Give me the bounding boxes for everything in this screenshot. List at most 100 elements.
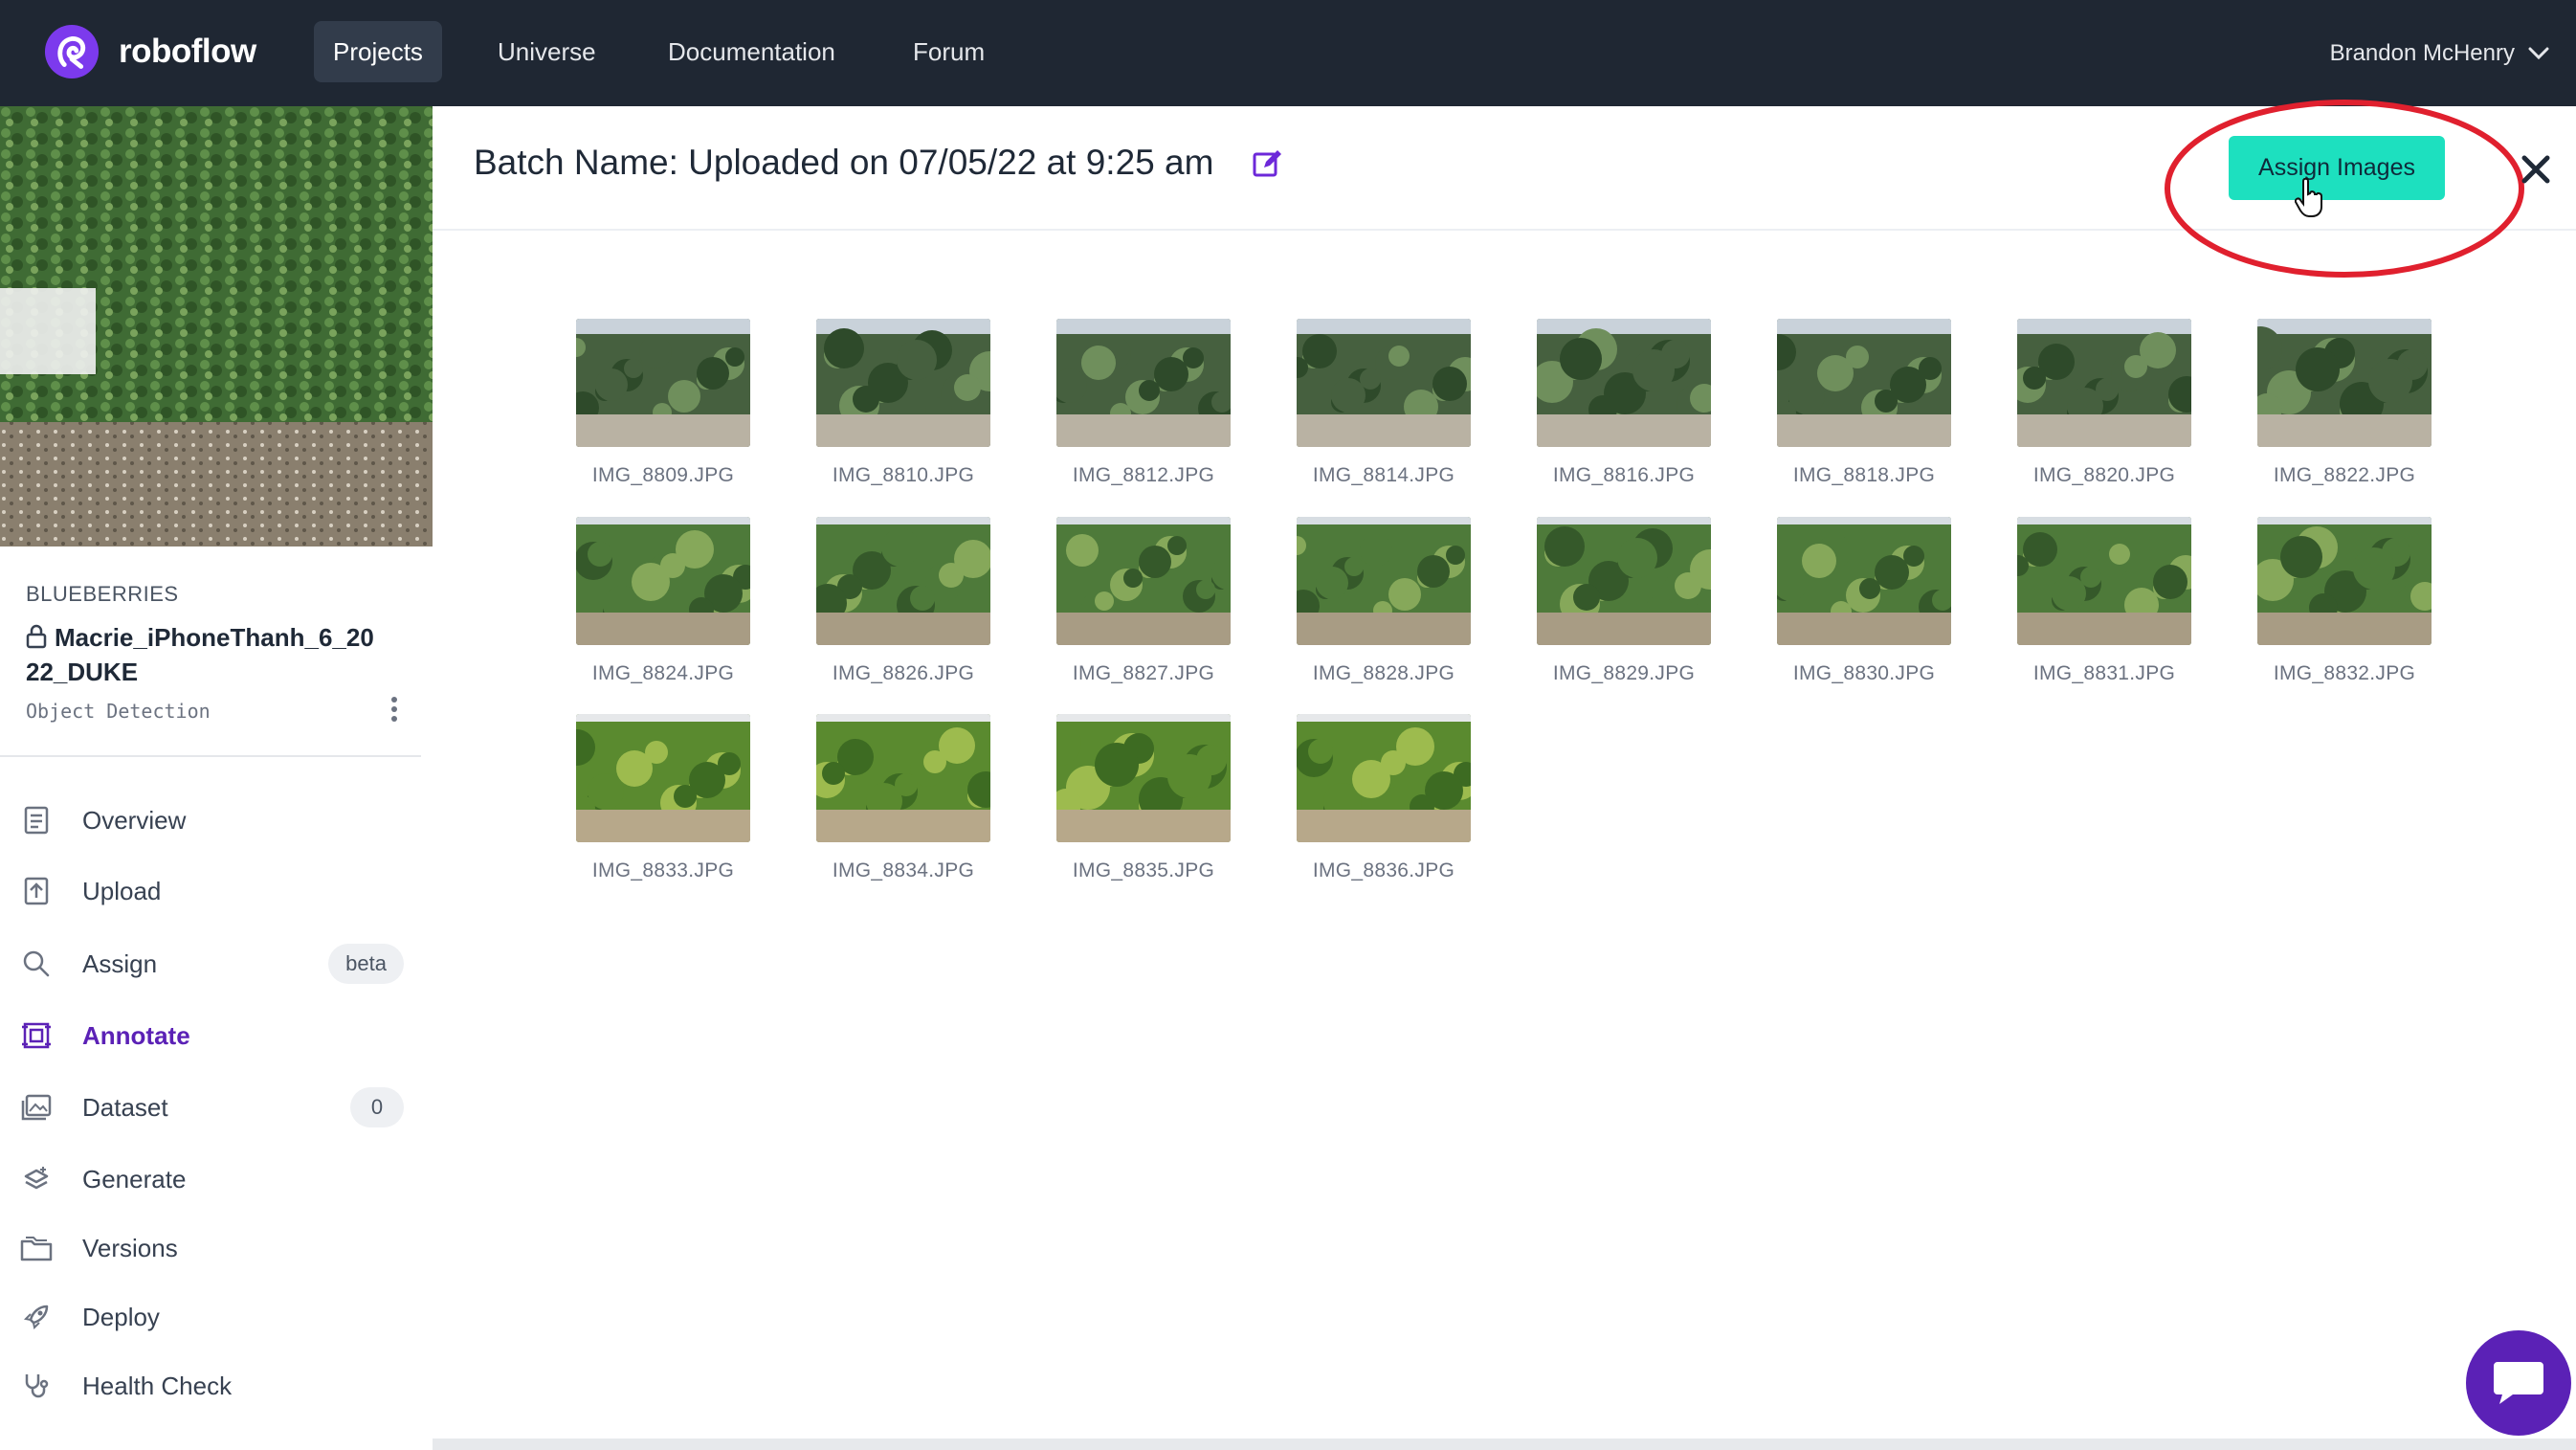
sidebar-item-label: Upload: [82, 876, 162, 905]
dataset-icon: [17, 1088, 56, 1127]
close-icon[interactable]: [2515, 148, 2557, 190]
image-thumbnail: [1056, 714, 1231, 842]
sidebar-item-dataset[interactable]: Dataset 0: [17, 1079, 410, 1136]
image-thumbnail: [576, 319, 750, 447]
image-thumbnail: [1297, 319, 1471, 447]
image-tile[interactable]: IMG_8828.JPG: [1297, 517, 1471, 685]
image-tile[interactable]: IMG_8818.JPG: [1777, 319, 1951, 487]
annotate-icon: [17, 1016, 56, 1055]
sidebar-item-annotate[interactable]: Annotate: [17, 1007, 410, 1064]
image-filename: IMG_8827.JPG: [1072, 662, 1215, 684]
more-options-icon[interactable]: [383, 695, 406, 724]
image-filename: IMG_8814.JPG: [1312, 464, 1455, 486]
batch-title: Batch Name: Uploaded on 07/05/22 at 9:25…: [474, 143, 1214, 182]
nav-documentation[interactable]: Documentation: [649, 21, 855, 82]
image-filename: IMG_8810.JPG: [832, 464, 975, 486]
image-tile[interactable]: IMG_8822.JPG: [2257, 319, 2432, 487]
image-tile[interactable]: IMG_8816.JPG: [1537, 319, 1711, 487]
image-tile[interactable]: IMG_8810.JPG: [816, 319, 990, 487]
sidebar-item-generate[interactable]: Generate: [17, 1150, 410, 1208]
project-cover-image: [0, 106, 433, 547]
image-thumbnail: [1777, 517, 1951, 645]
image-thumbnail: [1537, 319, 1711, 447]
image-thumbnail: [2017, 319, 2191, 447]
nav-universe[interactable]: Universe: [478, 21, 615, 82]
image-filename: IMG_8835.JPG: [1072, 859, 1215, 881]
main-panel: Batch Name: Uploaded on 07/05/22 at 9:25…: [433, 100, 2576, 1450]
sidebar-item-overview[interactable]: Overview: [17, 792, 410, 849]
project-name[interactable]: Macrie_iPhoneThanh_6_2022_DUKE: [26, 620, 380, 689]
image-filename: IMG_8834.JPG: [832, 859, 975, 881]
image-filename: IMG_8820.JPG: [2032, 464, 2176, 486]
image-tile[interactable]: IMG_8831.JPG: [2017, 517, 2191, 685]
chevron-down-icon: [2528, 47, 2549, 60]
image-tile[interactable]: IMG_8824.JPG: [576, 517, 750, 685]
image-thumbnail: [1297, 517, 1471, 645]
sidebar-item-deploy[interactable]: Deploy: [17, 1288, 410, 1346]
brand[interactable]: roboflow: [44, 23, 256, 80]
sidebar-item-versions[interactable]: Versions: [17, 1219, 410, 1277]
image-tile[interactable]: IMG_8827.JPG: [1056, 517, 1231, 685]
rocket-icon: [17, 1298, 56, 1336]
image-filename: IMG_8824.JPG: [591, 662, 735, 684]
image-thumbnail: [816, 517, 990, 645]
image-filename: IMG_8812.JPG: [1072, 464, 1215, 486]
image-filename: IMG_8828.JPG: [1312, 662, 1455, 684]
image-filename: IMG_8822.JPG: [2273, 464, 2416, 486]
chat-button[interactable]: [2466, 1330, 2571, 1436]
generate-icon: [17, 1160, 56, 1198]
image-tile[interactable]: IMG_8834.JPG: [816, 714, 990, 882]
horizontal-scrollbar[interactable]: [433, 1439, 2576, 1450]
image-tile[interactable]: IMG_8833.JPG: [576, 714, 750, 882]
image-thumbnail: [1537, 517, 1711, 645]
sidebar-divider: [0, 755, 421, 757]
image-tile[interactable]: IMG_8830.JPG: [1777, 517, 1951, 685]
sidebar: BLUEBERRIES Macrie_iPhoneThanh_6_2022_DU…: [0, 106, 433, 1450]
nav-forum[interactable]: Forum: [894, 21, 1004, 82]
image-tile[interactable]: IMG_8814.JPG: [1297, 319, 1471, 487]
image-filename: IMG_8829.JPG: [1552, 662, 1696, 684]
hand-cursor-icon: [2295, 178, 2322, 217]
image-filename: IMG_8816.JPG: [1552, 464, 1696, 486]
sidebar-item-label: Health Check: [82, 1371, 233, 1400]
image-tile[interactable]: IMG_8836.JPG: [1297, 714, 1471, 882]
image-tile[interactable]: IMG_8809.JPG: [576, 319, 750, 487]
image-tile[interactable]: IMG_8826.JPG: [816, 517, 990, 685]
image-tile[interactable]: IMG_8835.JPG: [1056, 714, 1231, 882]
sidebar-item-health-check[interactable]: Health Check: [17, 1357, 410, 1415]
image-thumbnail: [2257, 319, 2432, 447]
brand-name: roboflow: [119, 33, 256, 70]
image-thumbnail: [816, 714, 990, 842]
sidebar-item-assign[interactable]: Assign beta: [17, 935, 410, 993]
sidebar-item-upload[interactable]: Upload: [17, 862, 410, 920]
sidebar-item-label: Overview: [82, 805, 187, 835]
sidebar-item-label: Generate: [82, 1164, 187, 1193]
image-thumbnail: [576, 517, 750, 645]
sidebar-item-label: Versions: [82, 1233, 178, 1262]
image-filename: IMG_8809.JPG: [591, 464, 735, 486]
edit-icon[interactable]: [1253, 148, 1283, 177]
image-tile[interactable]: IMG_8812.JPG: [1056, 319, 1231, 487]
nav-projects[interactable]: Projects: [314, 21, 442, 82]
project-group: BLUEBERRIES: [26, 582, 179, 606]
image-filename: IMG_8830.JPG: [1792, 662, 1936, 684]
project-name-text: Macrie_iPhoneThanh_6_2022_DUKE: [26, 623, 374, 686]
image-filename: IMG_8818.JPG: [1792, 464, 1936, 486]
image-filename: IMG_8826.JPG: [832, 662, 975, 684]
image-tile[interactable]: IMG_8829.JPG: [1537, 517, 1711, 685]
assign-images-button[interactable]: Assign Images: [2229, 136, 2445, 200]
dataset-count-badge: 0: [350, 1087, 404, 1127]
beta-badge: beta: [328, 944, 404, 984]
image-filename: IMG_8836.JPG: [1312, 859, 1455, 881]
image-tile[interactable]: IMG_8820.JPG: [2017, 319, 2191, 487]
user-menu[interactable]: Brandon McHenry: [2330, 31, 2549, 77]
top-navigation: roboflow Projects Universe Documentation…: [0, 0, 2576, 106]
roboflow-logo-icon: [44, 24, 100, 79]
sidebar-item-label: Annotate: [82, 1020, 190, 1050]
upload-icon: [17, 872, 56, 910]
overview-icon: [17, 801, 56, 839]
image-thumbnail: [1777, 319, 1951, 447]
image-thumbnail: [1056, 319, 1231, 447]
image-tile[interactable]: IMG_8832.JPG: [2257, 517, 2432, 685]
sidebar-item-label: Dataset: [82, 1092, 168, 1122]
